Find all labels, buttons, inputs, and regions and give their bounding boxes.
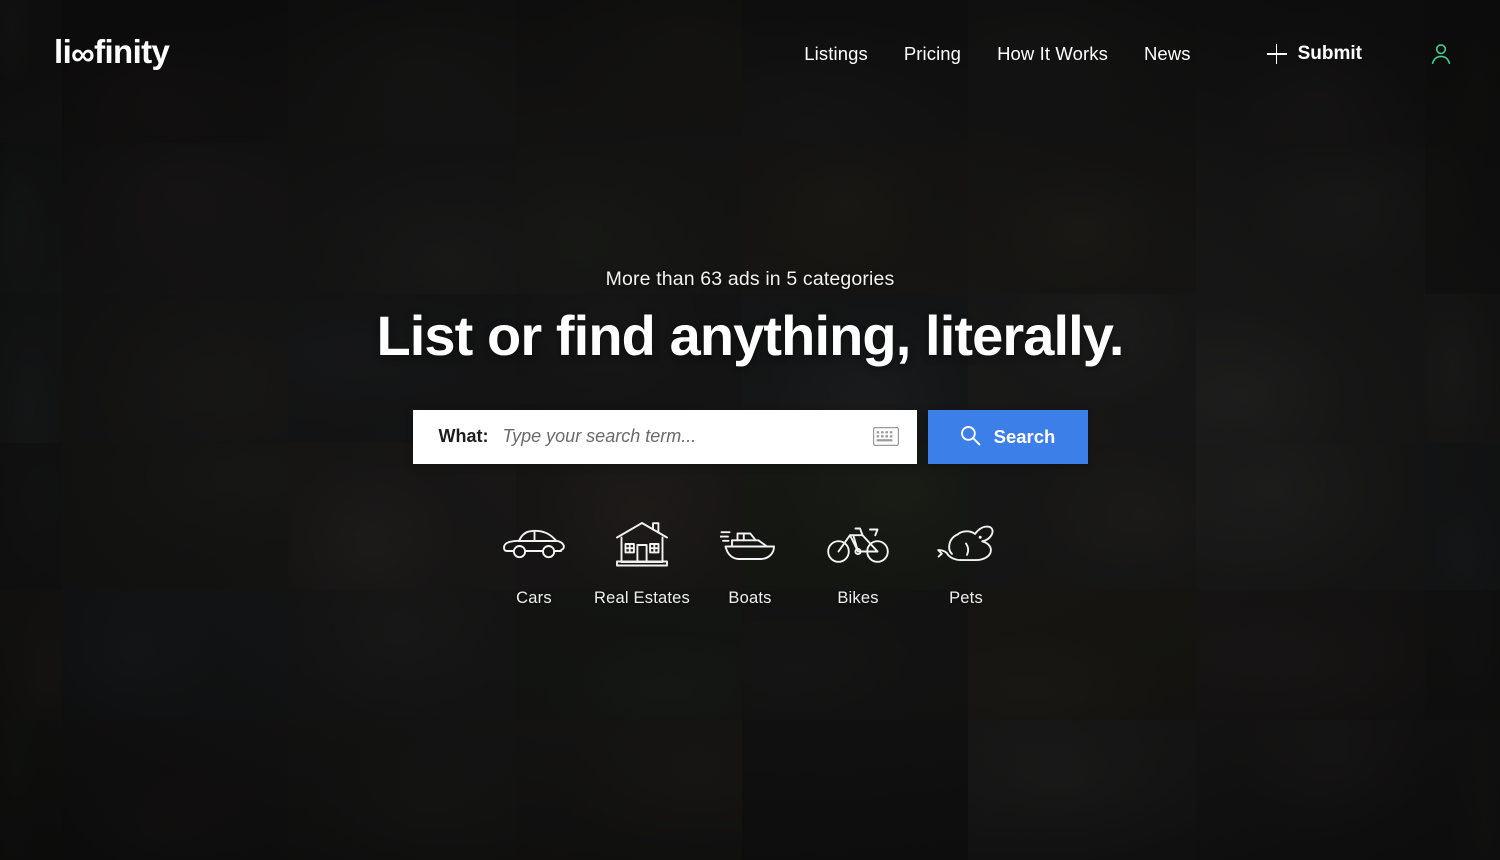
landing-page: li ∞ finity Listings Pricing How It Works New… xyxy=(0,0,1500,860)
category-real-estates[interactable]: Real Estates xyxy=(588,517,696,608)
hero-subtitle: More than 63 ads in 5 categories xyxy=(605,268,895,291)
submit-button[interactable]: Submit xyxy=(1266,43,1362,65)
rabbit-icon xyxy=(935,517,997,571)
category-pets[interactable]: Pets xyxy=(912,517,1020,608)
boat-icon xyxy=(720,517,780,571)
plus-icon xyxy=(1266,44,1287,64)
category-label: Cars xyxy=(516,588,552,607)
nav-listings[interactable]: Listings xyxy=(786,35,886,73)
site-logo[interactable]: li ∞ finity xyxy=(54,32,170,72)
keyboard-icon[interactable] xyxy=(872,427,899,447)
house-icon xyxy=(615,517,669,571)
main-navigation: Listings Pricing How It Works News xyxy=(786,35,1208,73)
search-bar: What: Type your search term... Search xyxy=(412,409,1088,464)
car-icon xyxy=(503,517,565,571)
hero-section: More than 63 ads in 5 categories List or… xyxy=(0,0,1500,860)
category-label: Pets xyxy=(949,588,983,607)
category-cars[interactable]: Cars xyxy=(480,517,588,608)
search-button[interactable]: Search xyxy=(927,409,1088,464)
nav-news[interactable]: News xyxy=(1126,35,1209,73)
magnifier-icon xyxy=(960,425,981,449)
page-title: List or find anything, literally. xyxy=(376,304,1124,368)
category-boats[interactable]: Boats xyxy=(696,517,804,608)
infinity-icon: ∞ xyxy=(71,34,95,72)
bicycle-icon xyxy=(827,517,889,571)
submit-label: Submit xyxy=(1297,43,1362,64)
nav-how-it-works[interactable]: How It Works xyxy=(979,35,1126,73)
search-what-label: What: xyxy=(438,426,489,447)
category-label: Real Estates xyxy=(594,588,690,607)
category-label: Bikes xyxy=(837,588,879,607)
logo-prefix: li xyxy=(54,32,72,70)
search-field-container: What: xyxy=(412,409,917,464)
user-account-icon[interactable] xyxy=(1428,41,1454,67)
logo-suffix: finity xyxy=(94,32,170,70)
search-button-label: Search xyxy=(993,425,1056,447)
site-header: li ∞ finity Listings Pricing How It Works New… xyxy=(0,0,1500,108)
category-bikes[interactable]: Bikes xyxy=(804,517,912,608)
search-input[interactable] xyxy=(502,426,865,448)
nav-pricing[interactable]: Pricing xyxy=(886,35,979,73)
category-shortcuts: Cars Real Estates Boats Bikes Pets xyxy=(480,517,1020,608)
category-label: Boats xyxy=(728,588,772,607)
